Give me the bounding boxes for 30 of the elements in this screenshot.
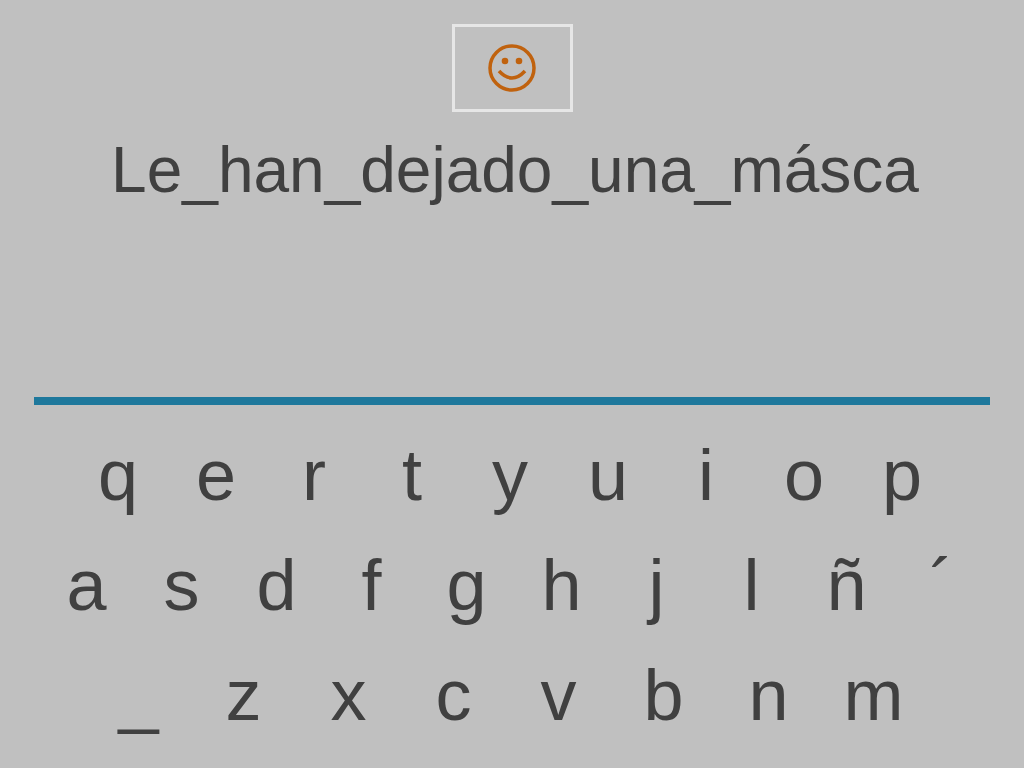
letter-key[interactable]: g xyxy=(419,540,514,630)
letter-key[interactable]: j xyxy=(609,540,704,630)
letter-key[interactable]: m xyxy=(821,650,926,740)
letter-key[interactable]: o xyxy=(755,430,853,520)
smiley-button[interactable] xyxy=(451,24,573,112)
letter-key[interactable]: h xyxy=(514,540,609,630)
smiley-icon xyxy=(487,43,537,93)
letter-key[interactable]: a xyxy=(39,540,134,630)
letter-key[interactable]: s xyxy=(134,540,229,630)
letter-key[interactable]: p xyxy=(853,430,951,520)
letter-key[interactable]: e xyxy=(167,430,265,520)
letter-key[interactable]: ñ xyxy=(799,540,894,630)
letter-key[interactable]: _ xyxy=(86,650,191,740)
letter-key[interactable]: r xyxy=(265,430,363,520)
letter-key[interactable]: q xyxy=(69,430,167,520)
letter-key[interactable]: t xyxy=(363,430,461,520)
phrase-text: Le_han_dejado_una_másca xyxy=(111,133,919,208)
letter-key[interactable]: l xyxy=(704,540,799,630)
letter-key[interactable]: f xyxy=(324,540,419,630)
letter-key[interactable]: u xyxy=(559,430,657,520)
letter-key[interactable]: i xyxy=(657,430,755,520)
letter-key[interactable]: b xyxy=(611,650,716,740)
letter-key[interactable]: z xyxy=(191,650,296,740)
letter-key[interactable]: c xyxy=(401,650,506,740)
letter-key[interactable]: x xyxy=(296,650,401,740)
letter-key[interactable]: d xyxy=(229,540,324,630)
letter-key[interactable]: n xyxy=(716,650,821,740)
letter-key[interactable]: v xyxy=(506,650,611,740)
letter-key[interactable]: y xyxy=(461,430,559,520)
letter-key[interactable]: ´ xyxy=(894,540,989,630)
